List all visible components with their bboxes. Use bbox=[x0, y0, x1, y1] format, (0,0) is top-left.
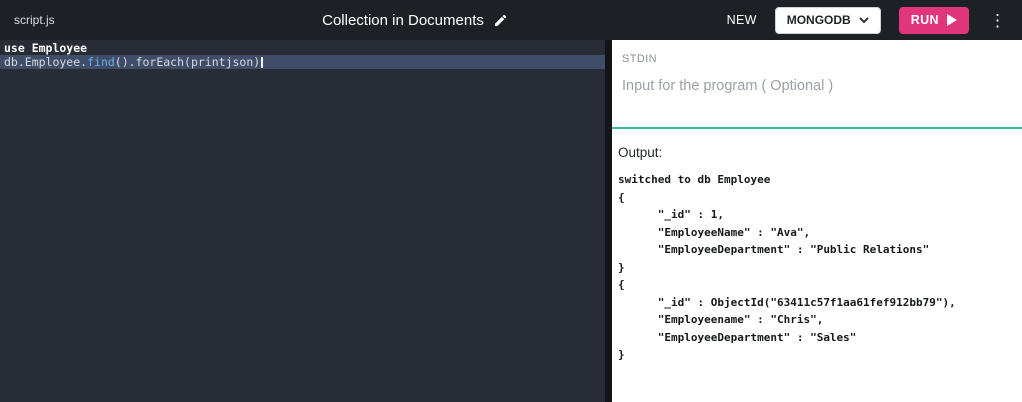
language-dropdown-value: MONGODB bbox=[787, 13, 851, 27]
language-dropdown[interactable]: MONGODB bbox=[775, 7, 881, 34]
code-token: find bbox=[87, 55, 115, 69]
title-area: Collection in Documents bbox=[322, 0, 508, 40]
code-line[interactable]: db.Employee.find().forEach(printjson) bbox=[0, 55, 605, 69]
code-token: db.Employee. bbox=[4, 55, 87, 69]
top-bar: script.js Collection in Documents NEW MO… bbox=[0, 0, 1022, 40]
run-button-label: RUN bbox=[911, 13, 939, 27]
file-tab-scriptjs[interactable]: script.js bbox=[0, 0, 69, 40]
output-section: Output: switched to db Employee { "_id" … bbox=[612, 129, 1022, 364]
code-token: use Employee bbox=[4, 41, 87, 55]
io-panel: STDIN Input for the program ( Optional )… bbox=[612, 40, 1022, 402]
edit-title-icon[interactable] bbox=[493, 13, 508, 28]
topbar-actions: NEW MONGODB RUN ⋮ bbox=[727, 7, 1022, 34]
stdin-label: STDIN bbox=[622, 53, 1012, 65]
stdin-section[interactable]: STDIN Input for the program ( Optional ) bbox=[612, 40, 1022, 129]
stdin-input-placeholder[interactable]: Input for the program ( Optional ) bbox=[622, 78, 1012, 94]
page-title: Collection in Documents bbox=[322, 12, 484, 29]
output-text: switched to db Employee { "_id" : 1, "Em… bbox=[618, 171, 1016, 364]
code-editor[interactable]: use Employeedb.Employee.find().forEach(p… bbox=[0, 40, 605, 402]
output-label: Output: bbox=[618, 145, 1016, 160]
code-lines: use Employeedb.Employee.find().forEach(p… bbox=[0, 41, 605, 69]
chevron-down-icon bbox=[859, 17, 869, 23]
text-cursor bbox=[261, 57, 263, 68]
panel-divider[interactable] bbox=[605, 40, 612, 402]
new-button[interactable]: NEW bbox=[727, 13, 757, 27]
kebab-menu-icon[interactable]: ⋮ bbox=[987, 12, 1008, 29]
code-line[interactable]: use Employee bbox=[0, 41, 605, 55]
code-token: ().forEach(printjson) bbox=[115, 55, 260, 69]
play-icon bbox=[947, 14, 957, 26]
run-button[interactable]: RUN bbox=[899, 7, 969, 34]
